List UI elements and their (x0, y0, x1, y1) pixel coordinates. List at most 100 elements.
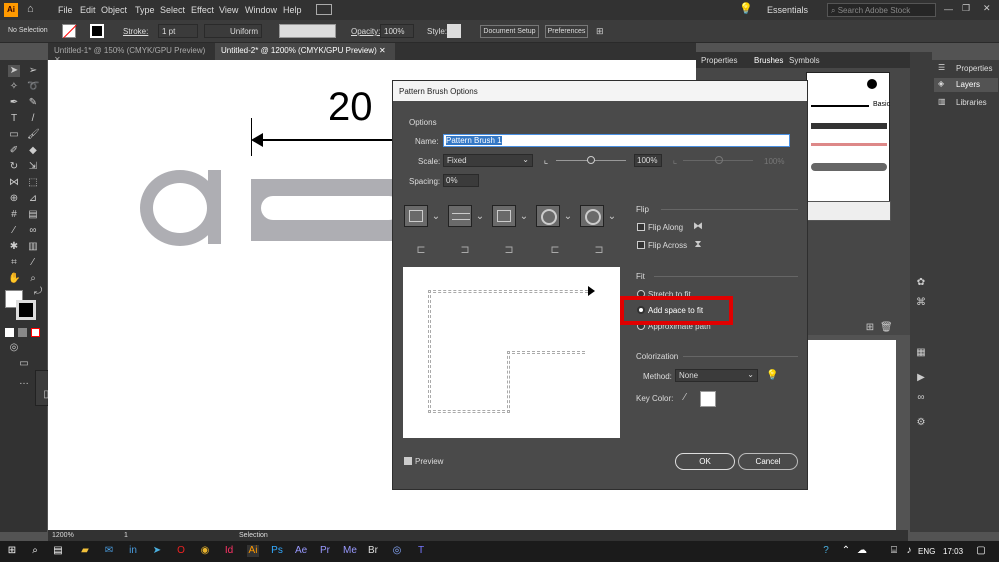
screen-mode-icon[interactable]: ▭ (18, 358, 30, 370)
scale-dropdown[interactable]: Fixed ⌄ (443, 154, 533, 167)
pen-tool-icon[interactable]: ✒ (8, 97, 20, 109)
menu-view[interactable]: View (219, 5, 238, 15)
preferences-button[interactable]: Preferences (545, 25, 588, 38)
artboard-number[interactable]: 1 (124, 532, 128, 539)
help-icon[interactable]: ? (820, 545, 832, 557)
libraries-panel-item[interactable]: ▥ Libraries (936, 96, 998, 110)
flip-along-checkbox[interactable] (637, 223, 645, 231)
inner-corner-tile[interactable] (492, 205, 516, 227)
column-graph-icon[interactable]: ▥ (27, 241, 39, 253)
perspective-icon[interactable]: ⊿ (27, 193, 39, 205)
tab-properties[interactable]: Properties (701, 56, 737, 65)
new-brush-icon[interactable]: ⊞ (864, 322, 876, 334)
fill-swatch[interactable] (62, 24, 77, 39)
network-icon[interactable]: ⌸ (888, 545, 900, 557)
line-tool-icon[interactable]: / (27, 113, 39, 125)
gradient-mode-icon[interactable] (18, 328, 27, 337)
chevron-down-icon[interactable]: ⌄ (474, 211, 486, 223)
search-icon[interactable]: ⌕ (29, 545, 41, 557)
shaper-icon[interactable]: ✐ (8, 145, 20, 157)
notifications-icon[interactable]: ▢ (975, 545, 987, 557)
swap-colors-icon[interactable]: ⤾ (32, 286, 44, 298)
menu-type[interactable]: Type (135, 5, 155, 15)
home-icon[interactable]: ⌂ (27, 3, 39, 15)
zoom-tool-icon[interactable]: ⌕ (27, 273, 39, 285)
properties-panel-item[interactable]: ☰ Properties (936, 62, 998, 76)
brush-pattern[interactable] (807, 201, 891, 221)
layers-panel-item[interactable]: ◈ Layers (934, 78, 998, 92)
eraser-icon[interactable]: ◆ (27, 145, 39, 157)
rectangle-tool-icon[interactable]: ▭ (8, 129, 20, 141)
brush-library[interactable]: Basic (806, 72, 891, 221)
language-indicator[interactable]: ENG (918, 547, 935, 556)
assets-icon[interactable]: ⚙ (915, 417, 927, 429)
file-explorer-icon[interactable]: ▰ (79, 545, 91, 557)
delete-brush-icon[interactable]: 🗑 (880, 322, 893, 334)
stroke-label[interactable]: Stroke: (123, 27, 148, 36)
lasso-icon[interactable]: ➰ (27, 81, 39, 93)
method-dropdown[interactable]: None ⌄ (675, 369, 758, 382)
menu-object[interactable]: Object (101, 5, 127, 15)
menu-file[interactable]: File (58, 5, 73, 15)
flip-across-checkbox[interactable] (637, 241, 645, 249)
minimize-icon[interactable]: — (944, 4, 953, 14)
indesign-icon[interactable]: Id (223, 545, 235, 557)
start-tile[interactable] (536, 205, 560, 227)
rotate-icon[interactable]: ↻ (8, 161, 20, 173)
variable-width-profile[interactable]: Uniform (204, 24, 262, 38)
key-color-swatch[interactable] (700, 391, 716, 407)
more-tools-icon[interactable]: … (18, 376, 30, 388)
mesh-icon[interactable]: # (8, 209, 20, 221)
search-stock-input[interactable]: ⌕ Search Adobe Stock (827, 3, 936, 17)
task-view-icon[interactable]: ▤ (52, 545, 64, 557)
tab-untitled-1[interactable]: Untitled-1* @ 150% (CMYK/GPU Preview) ✕ (48, 43, 213, 64)
premiere-icon[interactable]: Pr (319, 545, 331, 557)
direct-selection-tool-icon[interactable]: ➢ (27, 65, 39, 77)
symbol-sprayer-icon[interactable]: ✱ (8, 241, 20, 253)
telegram-icon[interactable]: ➤ (151, 545, 163, 557)
align-icon[interactable]: ⊞ (596, 26, 604, 37)
scale-slider-thumb[interactable] (587, 156, 595, 164)
illustrator-icon[interactable]: Ai (247, 545, 259, 557)
workspace-switcher[interactable]: Essentials (767, 5, 808, 15)
scale-icon[interactable]: ⇲ (27, 161, 39, 173)
app-icon[interactable]: ◎ (391, 545, 403, 557)
stroke-color-box[interactable] (16, 300, 36, 320)
brush-definition[interactable] (279, 24, 336, 38)
menu-window[interactable]: Window (245, 5, 277, 15)
menu-help[interactable]: Help (283, 5, 302, 15)
side-tile[interactable] (404, 205, 428, 227)
teams-icon[interactable]: T (415, 545, 427, 557)
arrange-documents-icon[interactable] (316, 4, 332, 15)
media-encoder-icon[interactable]: Me (343, 545, 357, 557)
close-icon[interactable]: ✕ (983, 3, 991, 14)
width-tool-icon[interactable]: ⋈ (8, 177, 20, 189)
opera-icon[interactable]: O (175, 545, 187, 557)
gradient-icon[interactable]: ▤ (27, 209, 39, 221)
opacity-field[interactable]: 100% (380, 24, 414, 38)
after-effects-icon[interactable]: Ae (295, 545, 307, 557)
menu-effect[interactable]: Effect (191, 5, 214, 15)
system-tray-icon[interactable]: ⌃ (840, 545, 852, 557)
photoshop-icon[interactable]: Ps (271, 545, 283, 557)
color-mode-icon[interactable] (5, 328, 14, 337)
curvature-icon[interactable]: ✎ (27, 97, 39, 109)
end-tile[interactable] (580, 205, 604, 227)
magic-wand-icon[interactable]: ✧ (8, 81, 20, 93)
lightbulb-icon[interactable]: 💡 (739, 2, 753, 15)
cancel-button[interactable]: Cancel (738, 453, 798, 470)
color-guide-icon[interactable]: ⌘ (915, 297, 927, 309)
paintbrush-icon[interactable]: 🖌 (27, 129, 40, 141)
tab-untitled-2[interactable]: Untitled-2* @ 1200% (CMYK/GPU Preview) ✕ (215, 43, 395, 60)
mail-icon[interactable]: ✉ (103, 545, 115, 557)
menu-edit[interactable]: Edit (80, 5, 96, 15)
preview-checkbox[interactable] (404, 457, 412, 465)
eyedropper-icon[interactable]: ⁄ (679, 392, 691, 404)
ok-button[interactable]: OK (675, 453, 735, 470)
draw-mode-icon[interactable]: ◎ (8, 342, 20, 354)
swatches-icon[interactable]: ▦ (915, 347, 927, 359)
color-panel-icon[interactable]: ✿ (915, 277, 927, 289)
outer-corner-tile[interactable] (448, 205, 472, 227)
links-icon[interactable]: ∞ (915, 392, 927, 404)
free-transform-icon[interactable]: ⬚ (27, 177, 39, 189)
